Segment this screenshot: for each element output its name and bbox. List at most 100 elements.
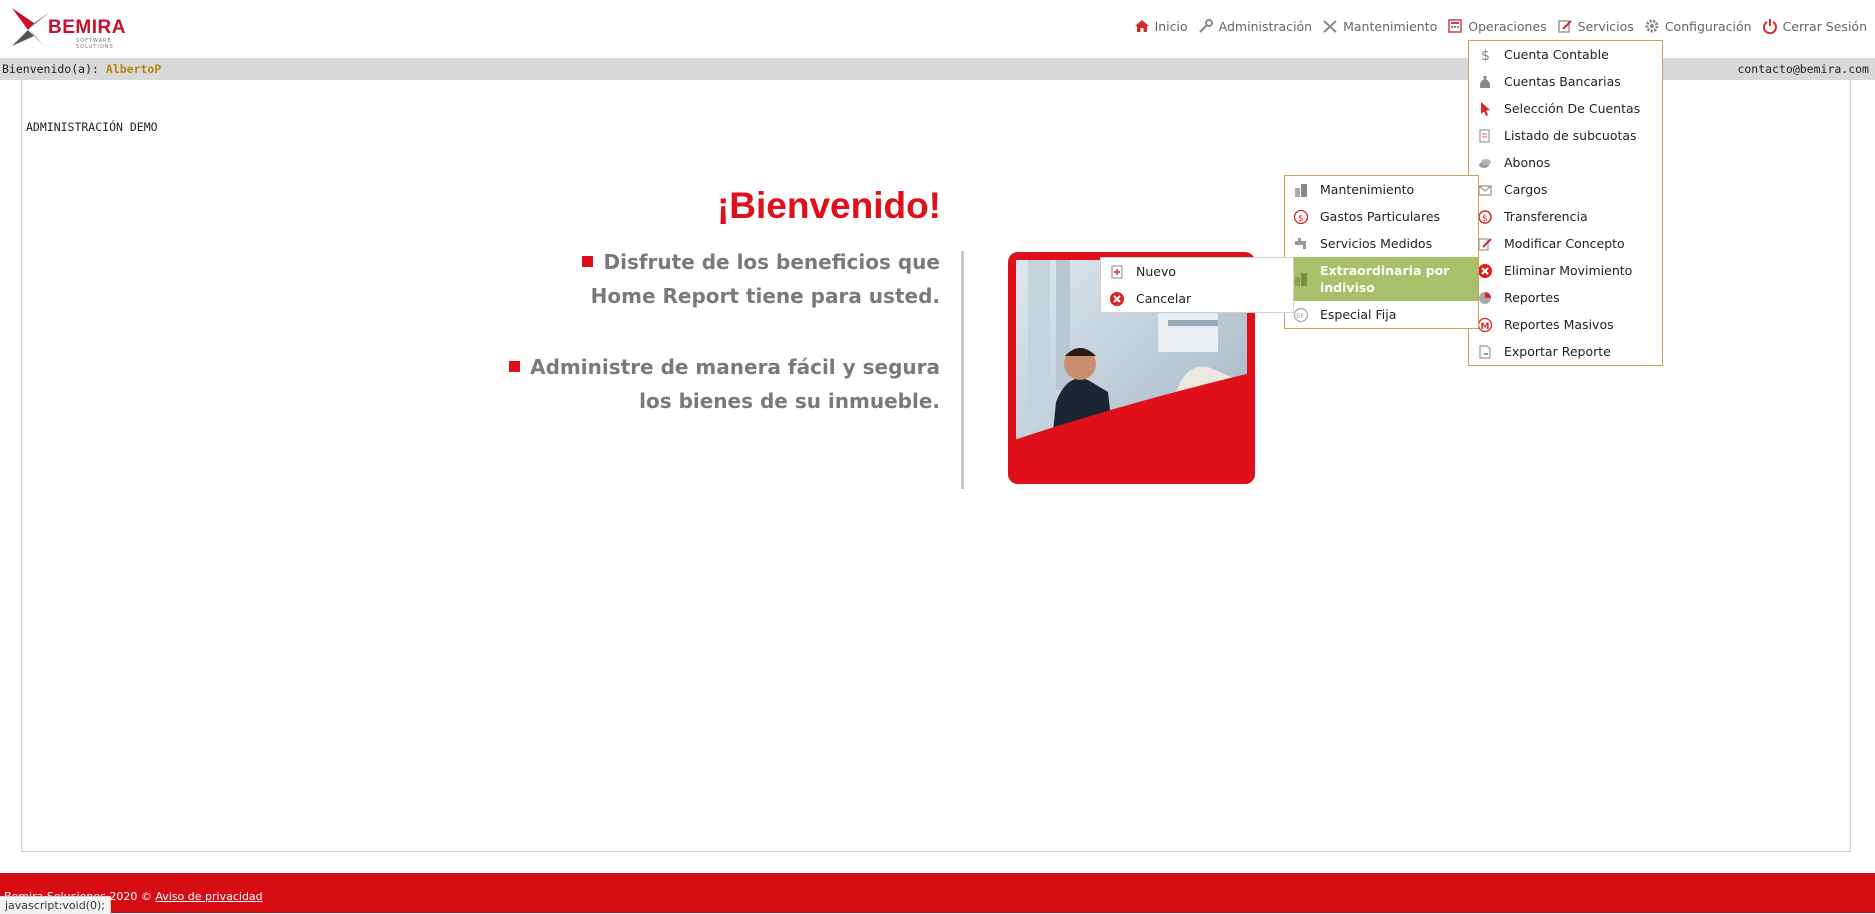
submenu-item-label: Nuevo — [1136, 264, 1177, 279]
submenu-item-servicios-medidos[interactable]: Servicios Medidos — [1285, 230, 1478, 257]
extraordinaria-submenu: Nuevo Cancelar — [1100, 257, 1294, 313]
submenu-item-cancelar[interactable]: Cancelar — [1101, 285, 1293, 312]
bullet-icon — [509, 361, 521, 372]
menu-item-reportes[interactable]: Reportes — [1469, 284, 1662, 311]
nav-label: Operaciones — [1468, 18, 1547, 34]
welcome-text: Bienvenido(a): AlbertoP — [2, 62, 161, 76]
menu-item-label: Cuenta Contable — [1504, 47, 1609, 62]
cancel-icon — [1110, 291, 1124, 306]
nav-label: Inicio — [1154, 18, 1188, 34]
export-icon — [1479, 344, 1491, 359]
submenu-item-label: Extraordinaria por indiviso — [1320, 262, 1449, 296]
submenu-item-mantenimiento[interactable]: Mantenimiento — [1285, 176, 1478, 203]
charge-icon — [1478, 184, 1492, 196]
svg-text:EF: EF — [1296, 312, 1304, 320]
menu-item-label: Abonos — [1504, 155, 1551, 170]
footer: Bemira Soluciones 2020 © Aviso de privac… — [0, 873, 1875, 913]
hero-text: Administre de manera fácil y segura — [530, 355, 940, 379]
submenu-item-label: Especial Fija — [1320, 307, 1397, 322]
main-nav: Inicio Administración Mantenimiento Oper… — [1124, 16, 1867, 36]
transfer-icon: $ — [1478, 209, 1492, 224]
hero-bullet-2-line-1: Administre de manera fácil y segura — [509, 355, 940, 379]
hero-bullet-1-line-1: Disfrute de los beneficios que — [582, 250, 940, 274]
bullet-icon — [582, 256, 594, 267]
menu-item-label: Cargos — [1504, 182, 1548, 197]
brand-name: BEMIRA — [48, 17, 126, 38]
menu-item-reportes-masivos[interactable]: M Reportes Masivos — [1469, 311, 1662, 338]
hero-text: Disfrute de los beneficios que — [603, 250, 940, 274]
submenu-item-label: Cancelar — [1136, 291, 1192, 306]
cargos-submenu: Mantenimiento $ Gastos Particulares Serv… — [1284, 175, 1479, 329]
nav-administracion[interactable]: Administración — [1198, 19, 1312, 34]
cursor-icon — [1481, 101, 1490, 116]
menu-item-abonos[interactable]: Abonos — [1469, 149, 1662, 176]
menu-item-eliminar-movimiento[interactable]: Eliminar Movimiento — [1469, 257, 1662, 284]
power-icon — [1762, 19, 1777, 34]
administration-name: ADMINISTRACIÓN DEMO — [26, 120, 158, 134]
svg-text:$: $ — [1298, 214, 1304, 224]
menu-item-listado-de-subcuotas[interactable]: Listado de subcuotas — [1469, 122, 1662, 149]
nav-label: Mantenimiento — [1343, 18, 1438, 34]
money-bag-icon — [1479, 75, 1491, 88]
svg-text:$: $ — [1481, 48, 1490, 63]
hero-divider — [961, 251, 964, 489]
edit-icon — [1558, 20, 1572, 33]
menu-item-cargos[interactable]: Cargos — [1469, 176, 1662, 203]
nav-label: Servicios — [1577, 18, 1634, 34]
menu-item-label: Listado de subcuotas — [1504, 128, 1637, 143]
brand-logo[interactable]: BEMIRA SOFTWARE SOLUTIONS — [10, 6, 140, 50]
calculator-icon — [1448, 19, 1463, 33]
submenu-item-especial-fija[interactable]: EF Especial Fija — [1285, 301, 1478, 328]
letter-m-icon: M — [1477, 317, 1493, 332]
building-icon — [1295, 183, 1307, 197]
gear-icon — [1645, 19, 1659, 33]
welcome-prefix: Bienvenido(a): — [2, 62, 99, 76]
nav-operaciones[interactable]: Operaciones — [1447, 18, 1547, 34]
nav-servicios[interactable]: Servicios — [1557, 19, 1634, 34]
submenu-item-nuevo[interactable]: Nuevo — [1101, 258, 1293, 285]
submenu-item-label: Mantenimiento — [1320, 182, 1415, 197]
nav-mantenimiento[interactable]: Mantenimiento — [1322, 19, 1437, 34]
pie-chart-icon — [1479, 291, 1491, 304]
menu-item-exportar-reporte[interactable]: Exportar Reporte — [1469, 338, 1662, 365]
home-icon — [1134, 20, 1149, 32]
submenu-item-extraordinaria-por-indiviso[interactable]: Extraordinaria por indiviso — [1285, 257, 1478, 301]
svg-text:M: M — [1481, 322, 1490, 332]
menu-item-label: Transferencia — [1504, 209, 1588, 224]
dollar-icon: $ — [1481, 48, 1490, 63]
delete-icon — [1478, 263, 1492, 278]
hero-bullet-2-line-2: los bienes de su inmueble. — [639, 389, 940, 413]
new-document-icon — [1111, 264, 1123, 279]
operaciones-menu: $ Cuenta Contable Cuentas Bancarias Sele… — [1468, 40, 1663, 366]
menu-item-cuentas-bancarias[interactable]: Cuentas Bancarias — [1469, 68, 1662, 95]
menu-item-label: Exportar Reporte — [1504, 344, 1611, 359]
browser-status-bar: javascript:void(0); — [0, 896, 111, 914]
menu-item-label: Cuentas Bancarias — [1504, 74, 1621, 89]
menu-item-modificar-concepto[interactable]: Modificar Concepto — [1469, 230, 1662, 257]
nav-label: Administración — [1218, 18, 1313, 34]
menu-item-seleccion-de-cuentas[interactable]: Selección De Cuentas — [1469, 95, 1662, 122]
hero-bullet-1-line-2: Home Report tiene para usted. — [590, 284, 940, 308]
list-icon — [1479, 128, 1490, 143]
building-icon — [1295, 273, 1307, 286]
brand-tagline: SOFTWARE SOLUTIONS — [76, 38, 114, 50]
nav-cerrar-sesion[interactable]: Cerrar Sesión — [1762, 18, 1867, 34]
menu-item-cuenta-contable[interactable]: $ Cuenta Contable — [1469, 41, 1662, 68]
menu-item-transferencia[interactable]: $ Transferencia — [1469, 203, 1662, 230]
menu-item-label: Modificar Concepto — [1504, 236, 1625, 251]
nav-inicio[interactable]: Inicio — [1134, 19, 1188, 34]
menu-item-label: Reportes Masivos — [1504, 317, 1614, 332]
submenu-item-label: Servicios Medidos — [1320, 236, 1433, 251]
edit-icon — [1478, 237, 1492, 251]
tools-icon — [1323, 20, 1337, 33]
coins-icon — [1479, 158, 1491, 168]
privacy-link[interactable]: Aviso de privacidad — [155, 890, 262, 903]
submenu-item-label-line-1: Extraordinaria por — [1320, 263, 1450, 278]
nav-configuracion[interactable]: Configuración — [1644, 18, 1752, 34]
dollar-circle-icon: $ — [1293, 209, 1309, 224]
nav-label: Configuración — [1664, 18, 1752, 34]
submenu-item-label-line-2: indiviso — [1320, 280, 1375, 295]
submenu-item-gastos-particulares[interactable]: $ Gastos Particulares — [1285, 203, 1478, 230]
username: AlbertoP — [105, 62, 162, 76]
submenu-item-label: Gastos Particulares — [1320, 209, 1441, 224]
